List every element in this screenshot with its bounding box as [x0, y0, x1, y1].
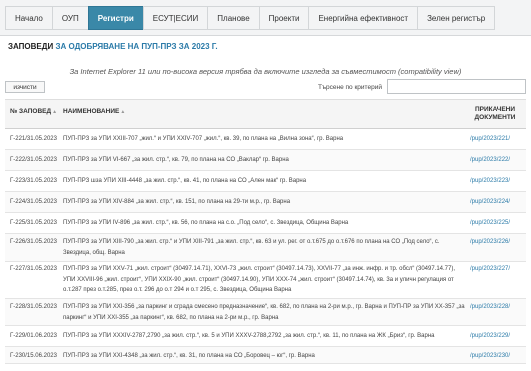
document-link-cell: /pup/2023/225/ — [470, 218, 526, 229]
order-name: ПУП-ПРЗ за УПИ XIV-884 „за жил. стр.“, к… — [63, 199, 291, 205]
tab-oup[interactable]: ОУП — [51, 6, 88, 30]
sort-icon: ▲ — [120, 109, 126, 115]
table-row[interactable]: Г-229/01.06.2023 ПУП-ПРЗ за УПИ XXXIV-278… — [5, 326, 526, 347]
table-body: Г-221/31.05.2023 ПУП-ПРЗ за УПИ XXIII-707… — [5, 129, 526, 364]
tab-energy-efficiency[interactable]: Енергийна ефективност — [308, 6, 418, 30]
order-name: ПУП-ПРЗ за УПИ XXI-356 „за паркинг и сгр… — [63, 304, 465, 321]
table-row[interactable]: Г-225/31.05.2023 ПУП-ПРЗ за УПИ IV-896 „з… — [5, 213, 526, 234]
order-number: Г-223/31.05.2023 — [10, 178, 57, 184]
order-name: ПУП-ПРЗ за УПИ XXV-71 „жил. строит“ (304… — [63, 266, 456, 293]
page-title-accent: ЗА ОДОБРЯВАНЕ НА ПУП-ПРЗ ЗА 2023 Г. — [55, 42, 218, 51]
page-title-prefix: ЗАПОВЕДИ — [8, 42, 56, 51]
document-link-cell: /pup/2023/222/ — [470, 155, 526, 166]
order-name: ПУП-ПРЗ за УПИ IV-896 „за жил. стр.“, кв… — [63, 220, 349, 226]
table-row[interactable]: Г-228/31.05.2023 ПУП-ПРЗ за УПИ XXI-356 „… — [5, 299, 526, 326]
table-row[interactable]: Г-221/31.05.2023 ПУП-ПРЗ за УПИ XXIII-707… — [5, 129, 526, 150]
order-number: Г-226/31.05.2023 — [10, 239, 57, 245]
order-number: Г-222/31.05.2023 — [10, 157, 57, 163]
search-label: Търсене по критерий — [318, 84, 382, 91]
clear-button[interactable]: изчисти — [5, 81, 45, 93]
order-name: ПУП-ПРЗ шза УПИ XIII-4448 „за жил. стр.“… — [63, 178, 307, 184]
order-name: ПУП-ПРЗ за УПИ XXI-4348 „за жил. стр.“, … — [63, 353, 315, 359]
document-link[interactable]: /pup/2023/227/ — [470, 266, 510, 272]
document-link[interactable]: /pup/2023/223/ — [470, 178, 510, 184]
order-number: Г-221/31.05.2023 — [10, 136, 57, 142]
order-number: Г-225/31.05.2023 — [10, 220, 57, 226]
document-link[interactable]: /pup/2023/229/ — [470, 333, 510, 339]
table-row[interactable]: Г-230/15.06.2023 ПУП-ПРЗ за УПИ XXI-4348 … — [5, 347, 526, 364]
table-row[interactable]: Г-226/31.05.2023 ПУП-ПРЗ за УПИ XIII-790 … — [5, 234, 526, 262]
search-input[interactable] — [387, 79, 526, 94]
order-name: ПУП-ПРЗ за УПИ XIII-790 „за жил. стр.“ и… — [63, 239, 440, 256]
table-header: № ЗАПОВЕД▲ НАИМЕНОВАНИЕ▲ ПРИКАЧЕНИ ДОКУМ… — [5, 100, 526, 129]
order-name: ПУП-ПРЗ за УПИ XXIII-707 „жил.“ и УПИ XX… — [63, 136, 344, 142]
document-link-cell: /pup/2023/227/ — [470, 264, 526, 275]
header-order-number-label: № ЗАПОВЕД — [10, 108, 52, 115]
tab-registers[interactable]: Регистри — [87, 6, 143, 30]
document-link-cell: /pup/2023/228/ — [470, 302, 526, 313]
table-row[interactable]: Г-222/31.05.2023 ПУП-ПРЗ за УПИ VI-667 „з… — [5, 150, 526, 171]
page-title: ЗАПОВЕДИ ЗА ОДОБРЯВАНЕ НА ПУП-ПРЗ ЗА 202… — [8, 42, 218, 51]
document-link[interactable]: /pup/2023/224/ — [470, 199, 510, 205]
document-link[interactable]: /pup/2023/228/ — [470, 304, 510, 310]
document-link-cell: /pup/2023/223/ — [470, 176, 526, 187]
document-link-cell: /pup/2023/230/ — [470, 351, 526, 362]
orders-table: № ЗАПОВЕД▲ НАИМЕНОВАНИЕ▲ ПРИКАЧЕНИ ДОКУМ… — [5, 99, 526, 364]
table-row[interactable]: Г-224/31.05.2023 ПУП-ПРЗ за УПИ XIV-884 „… — [5, 192, 526, 213]
order-number: Г-229/01.06.2023 — [10, 333, 57, 339]
sort-icon: ▲ — [52, 109, 58, 115]
table-row[interactable]: Г-227/31.05.2023 ПУП-ПРЗ за УПИ XXV-71 „ж… — [5, 262, 526, 299]
header-name-label: НАИМЕНОВАНИЕ — [63, 108, 120, 115]
table-row[interactable]: Г-223/31.05.2023 ПУП-ПРЗ шза УПИ XIII-444… — [5, 171, 526, 192]
document-link-cell: /pup/2023/224/ — [470, 197, 526, 208]
tab-home[interactable]: Начало — [5, 6, 52, 30]
tab-projects[interactable]: Проекти — [258, 6, 309, 30]
order-name: ПУП-ПРЗ за УПИ VI-667 „за жил. стр.“, кв… — [63, 157, 289, 163]
document-link[interactable]: /pup/2023/225/ — [470, 220, 510, 226]
order-number: Г-230/15.06.2023 — [10, 353, 57, 359]
document-link[interactable]: /pup/2023/222/ — [470, 157, 510, 163]
document-link-cell: /pup/2023/226/ — [470, 237, 526, 248]
nav-tabs: Начало ОУП Регистри ЕСУТ|ЕСИИ Планове Пр… — [5, 6, 496, 30]
header-order-number[interactable]: № ЗАПОВЕД▲ — [10, 108, 57, 115]
compatibility-notice: За Internet Explorer 11 или по-висока ве… — [69, 67, 462, 76]
header-name[interactable]: НАИМЕНОВАНИЕ▲ — [63, 108, 125, 115]
tab-esut-esii[interactable]: ЕСУТ|ЕСИИ — [142, 6, 208, 30]
document-link[interactable]: /pup/2023/226/ — [470, 239, 510, 245]
document-link-cell: /pup/2023/221/ — [470, 134, 526, 145]
document-link[interactable]: /pup/2023/230/ — [470, 353, 510, 359]
tab-plans[interactable]: Планове — [207, 6, 259, 30]
header-attached-docs: ПРИКАЧЕНИ ДОКУМЕНТИ — [474, 106, 516, 121]
document-link-cell: /pup/2023/229/ — [470, 331, 526, 342]
order-number: Г-227/31.05.2023 — [10, 266, 57, 272]
top-navigation: Начало ОУП Регистри ЕСУТ|ЕСИИ Планове Пр… — [0, 0, 531, 36]
document-link[interactable]: /pup/2023/221/ — [470, 136, 510, 142]
order-number: Г-224/31.05.2023 — [10, 199, 57, 205]
order-number: Г-228/31.05.2023 — [10, 304, 57, 310]
tab-green-register[interactable]: Зелен регистър — [417, 6, 496, 30]
order-name: ПУП-ПРЗ за УПИ XXXIV-2787,2790 „за жил. … — [63, 333, 435, 339]
